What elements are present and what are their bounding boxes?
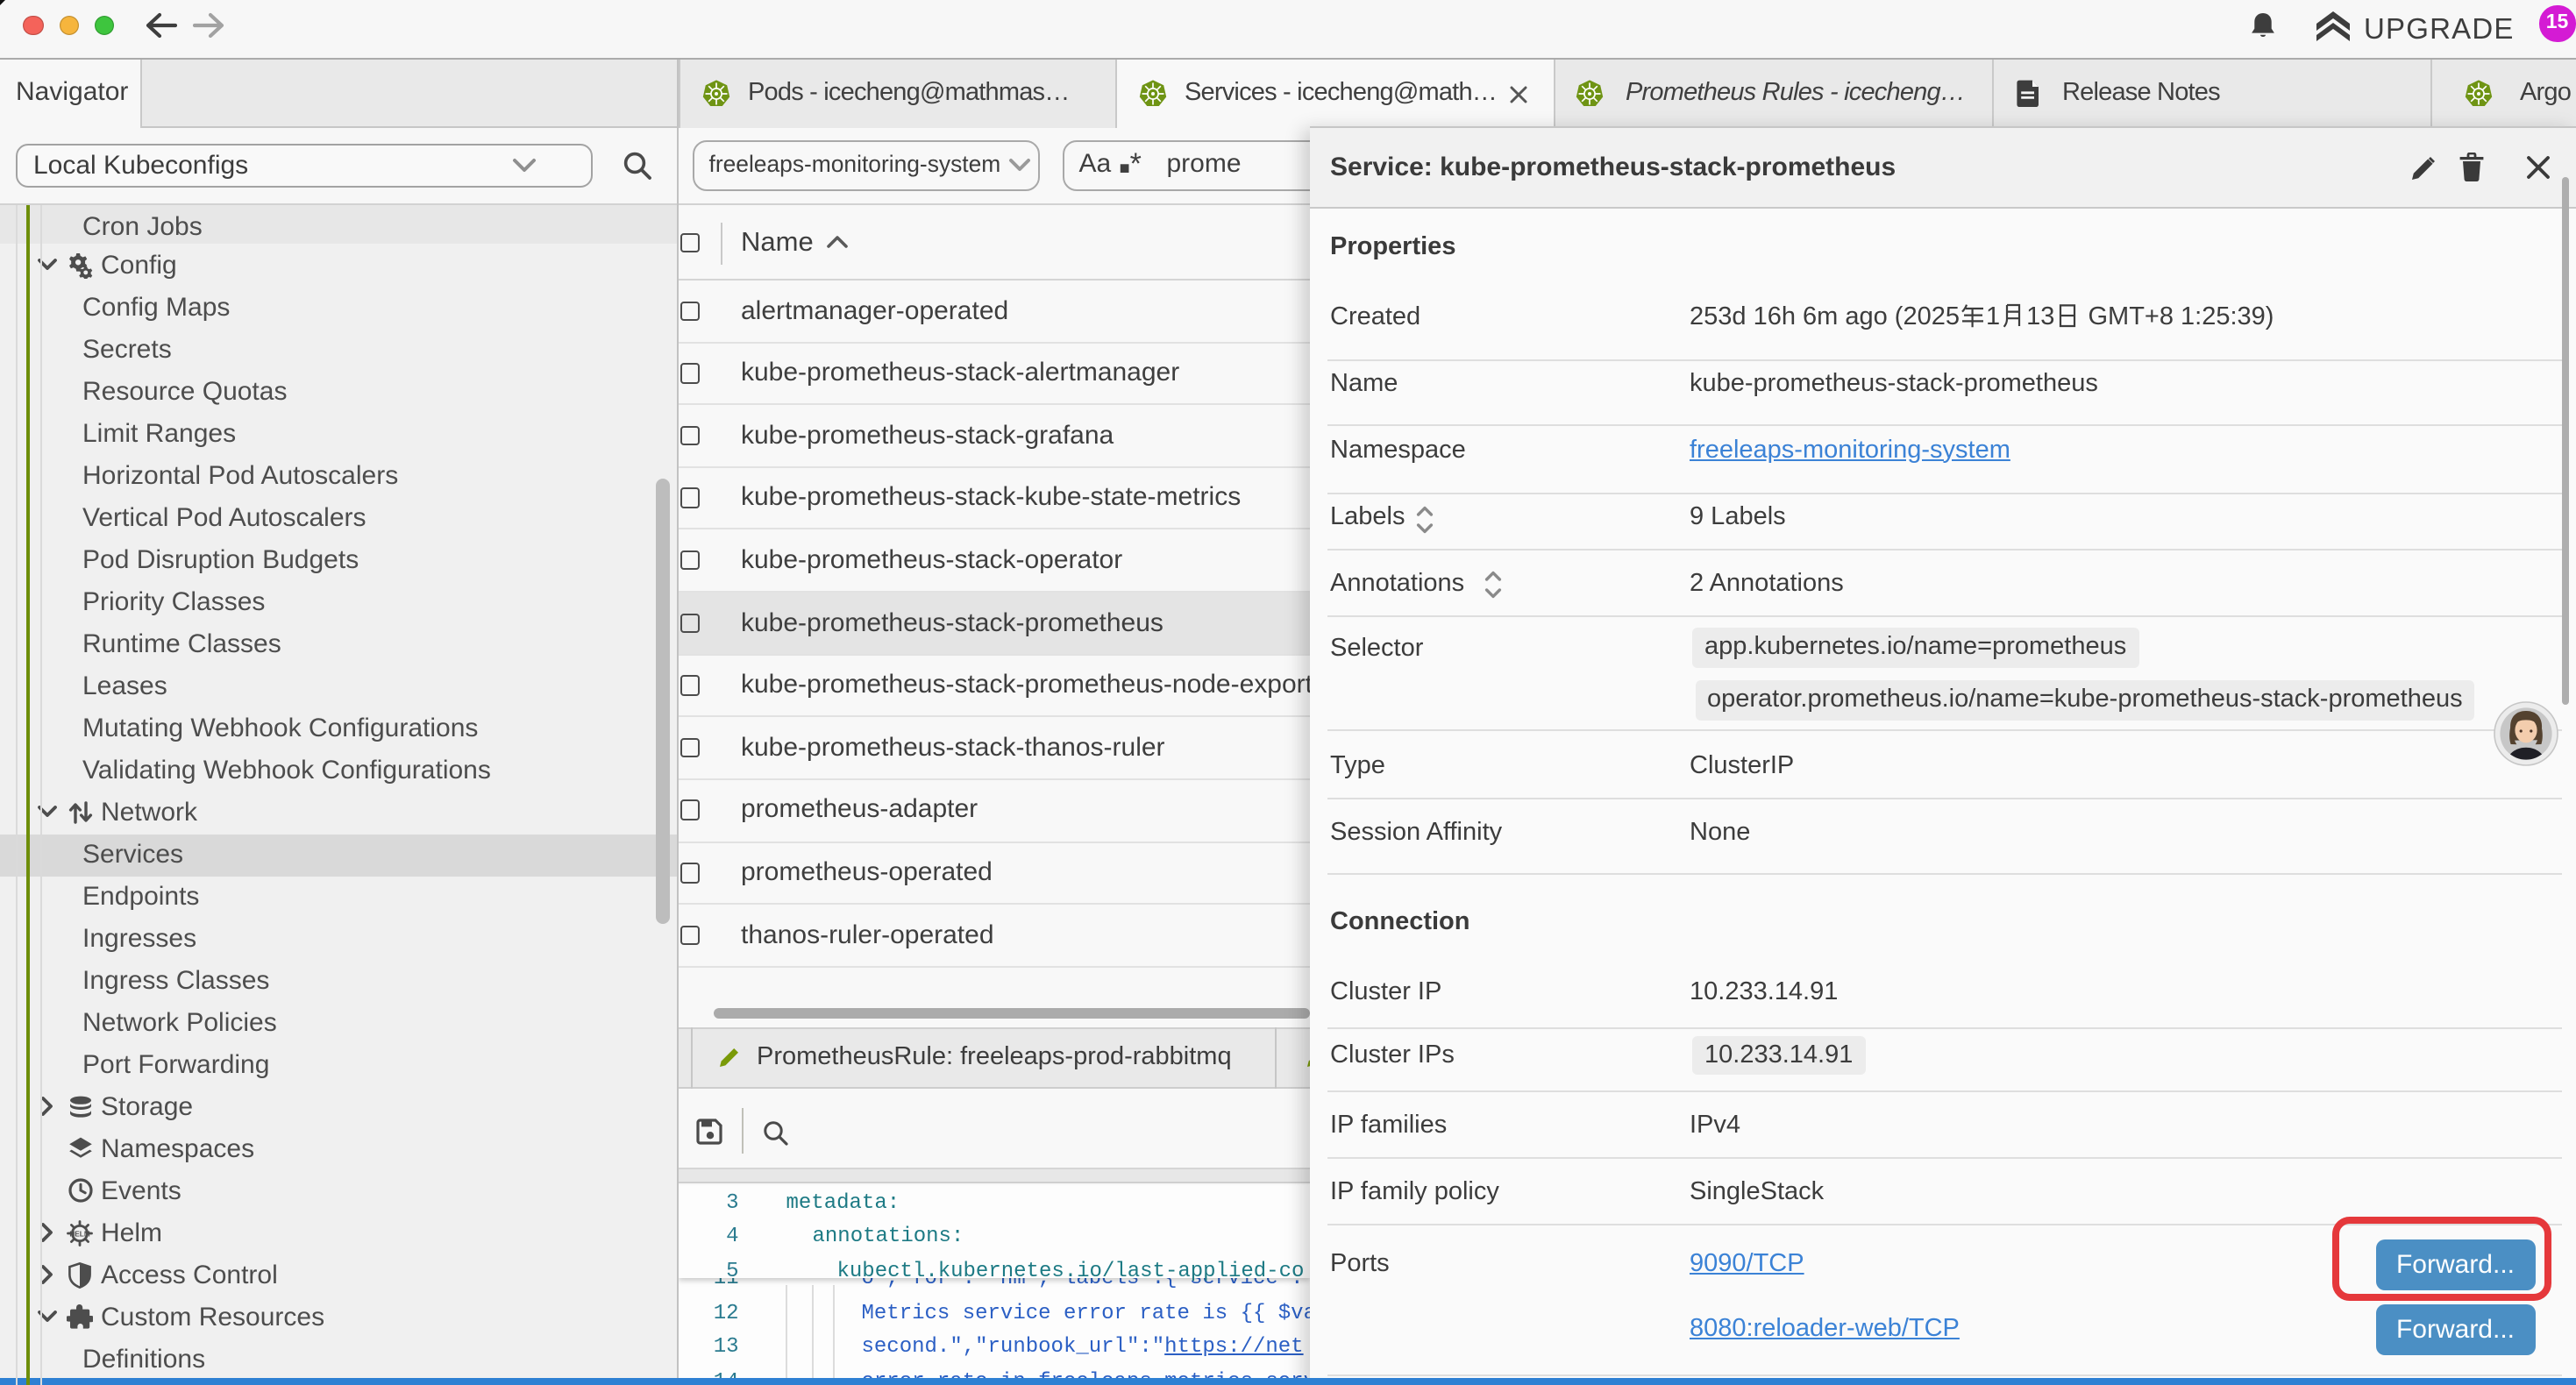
- svg-text:HELM: HELM: [69, 1229, 90, 1237]
